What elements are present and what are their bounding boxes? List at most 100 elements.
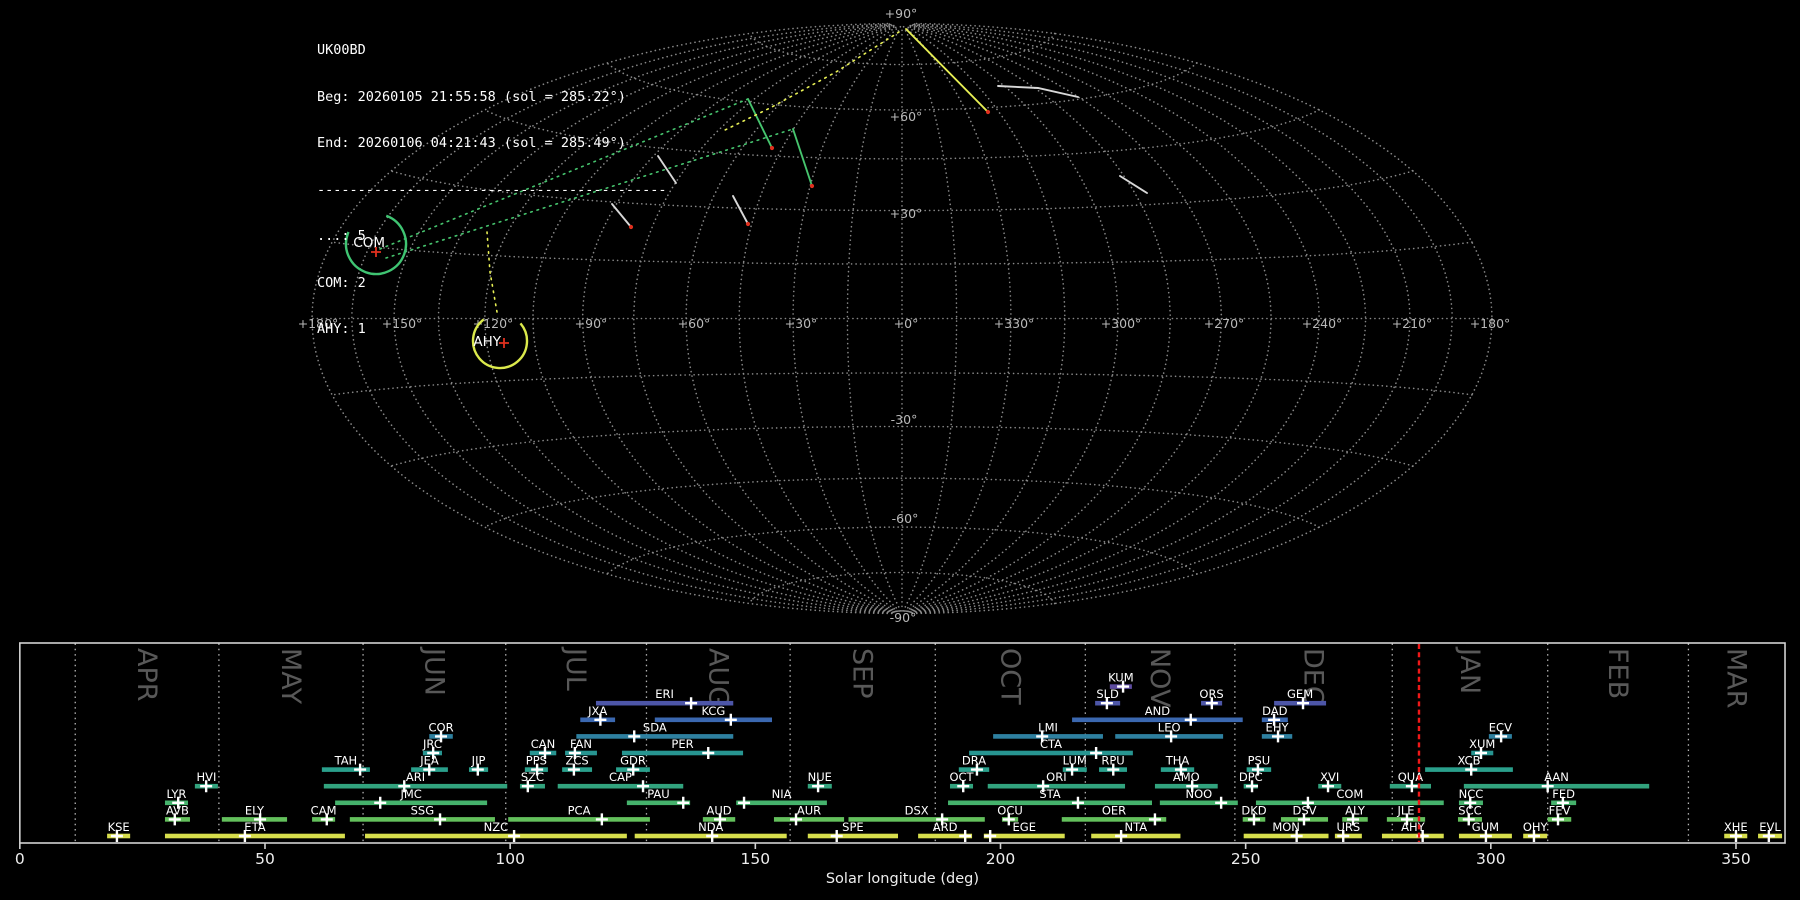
month-label-JUL: JUL — [560, 646, 591, 691]
activity-bar-CTA — [969, 750, 1133, 756]
month-label-OCT: OCT — [994, 648, 1025, 705]
shower-label-DRA: DRA — [962, 754, 986, 768]
longitude-label: +270° — [1204, 316, 1245, 331]
activity-bar-AUR — [773, 817, 845, 822]
AHY-meteor-1-trail — [905, 28, 989, 113]
shower-label-NOO: NOO — [1185, 787, 1212, 801]
shower-label-COR: COR — [428, 720, 453, 734]
shower-label-ETA: ETA — [244, 820, 265, 834]
peak-marker-STA — [1071, 796, 1084, 809]
activity-bar-COM — [1255, 800, 1444, 806]
shower-label-JEA: JEA — [419, 754, 439, 768]
longitude-label: +300° — [1101, 316, 1142, 331]
shower-label-AUR: AUR — [797, 803, 821, 817]
meteor-report-screen: UK00BD Beg: 20260105 21:55:58 (sol = 285… — [0, 0, 1800, 900]
latitude-label: -90° — [890, 610, 917, 625]
count-ahy: AHY: 1 — [317, 321, 366, 337]
shower-label-ARD: ARD — [933, 820, 958, 834]
shower-label-PER: PER — [671, 737, 693, 751]
count-sporadic: ...: 5 — [317, 228, 366, 244]
activity-bar-PCA — [508, 817, 650, 822]
activity-bar-ETA — [164, 833, 345, 839]
activity-bar-SPE — [807, 833, 899, 839]
month-label-SEP: SEP — [847, 648, 878, 698]
COM-meteor-2-end-point — [809, 183, 815, 189]
shower-label-AMO: AMO — [1173, 770, 1200, 784]
shower-label-ORS: ORS — [1199, 687, 1223, 701]
peak-marker-PAU — [677, 796, 690, 809]
x-tick-label: 100 — [495, 850, 525, 868]
shower-label-THA: THA — [1165, 754, 1190, 768]
peak-marker-SSG — [434, 813, 447, 826]
shower-label-LUM: LUM — [1063, 754, 1087, 768]
sporadic-4-trail — [1119, 175, 1148, 194]
shower-label-COM: COM — [1336, 787, 1363, 801]
shower-label-XUM: XUM — [1469, 737, 1495, 751]
shower-label-ECV: ECV — [1489, 720, 1512, 734]
shower-label-EHY: EHY — [1266, 720, 1290, 734]
shower-label-ZCS: ZCS — [565, 754, 588, 768]
shower-label-FED: FED — [1552, 787, 1575, 801]
shower-label-GDR: GDR — [620, 754, 646, 768]
shower-label-TAH: TAH — [334, 754, 358, 768]
peak-marker-NZC — [508, 830, 521, 842]
month-label-FEB: FEB — [1602, 648, 1633, 699]
longitude-label: +180° — [1470, 316, 1511, 331]
shower-label-DSX: DSX — [905, 803, 929, 817]
peak-marker-ERI — [685, 697, 698, 710]
shower-label-ERI: ERI — [655, 687, 674, 701]
sporadic-2-end-point — [745, 221, 751, 227]
shower-label-JXA: JXA — [587, 704, 607, 718]
month-label-APR: APR — [131, 648, 162, 702]
longitude-label: +240° — [1302, 316, 1343, 331]
shower-label-XCB: XCB — [1458, 754, 1481, 768]
shower-label-OER: OER — [1102, 803, 1126, 817]
longitude-label: +60° — [678, 316, 711, 331]
shower-label-JLE: JLE — [1396, 803, 1414, 817]
shower-label-CAP: CAP — [609, 770, 632, 784]
month-label-MAR: MAR — [1721, 648, 1752, 709]
peak-marker-JMC — [374, 796, 387, 809]
peak-marker-OER — [1148, 813, 1161, 826]
shower-label-PAU: PAU — [647, 787, 669, 801]
shower-label-JMC: JMC — [399, 787, 421, 801]
radiant-and-activity-plot: +90°+60°+30°-30°-60°-90°+180° +150° +120° +… — [15, 6, 1786, 887]
longitude-label: +0° — [894, 316, 919, 331]
shower-label-HVI: HVI — [196, 770, 216, 784]
shower-label-ELY: ELY — [245, 803, 265, 817]
count-com: COM: 2 — [317, 274, 366, 291]
activity-bar-ORI — [987, 783, 1126, 789]
shower-label-RPU: RPU — [1101, 754, 1124, 768]
shower-label-OHY: OHY — [1523, 820, 1549, 834]
shower-label-DAD: DAD — [1262, 704, 1288, 718]
shower-label-SZC: SZC — [521, 770, 544, 784]
month-label-JUN: JUN — [418, 646, 449, 696]
month-label-JAN: JAN — [1454, 646, 1485, 694]
activity-bar-AND — [1072, 717, 1243, 723]
peak-marker-PCA — [595, 813, 608, 826]
shower-label-NTA: NTA — [1125, 820, 1148, 834]
COM-meteor-1-trail — [747, 98, 773, 149]
x-tick-label: 300 — [1476, 850, 1506, 868]
x-tick-label: 150 — [741, 850, 771, 868]
shower-label-ORI: ORI — [1046, 770, 1066, 784]
activity-timeline: APR MAY JUN JUL AUG SEP OCT NOV DEC JAN FEB MARKSE E… — [15, 642, 1786, 887]
shower-label-LMI: LMI — [1038, 720, 1058, 734]
shower-label-XHE: XHE — [1724, 820, 1748, 834]
month-label-MAY: MAY — [275, 648, 306, 705]
shower-label-OCT: OCT — [949, 770, 974, 784]
latitude-label: +60° — [890, 109, 923, 124]
session-header: UK00BD Beg: 20260105 21:55:58 (sol = 285… — [317, 12, 667, 369]
header-separator: ----------------------------------------… — [317, 181, 667, 198]
shower-label-AHY: AHY — [1401, 820, 1426, 834]
shower-label-LEO: LEO — [1158, 720, 1181, 734]
peak-marker-SPE — [830, 830, 843, 842]
x-axis-title: Solar longitude (deg) — [826, 871, 979, 887]
x-tick-label: 250 — [1231, 850, 1261, 868]
activity-bar-DSX — [848, 817, 985, 822]
shower-label-AUD: AUD — [706, 803, 731, 817]
shower-label-FAN: FAN — [570, 737, 592, 751]
activity-bar-PER — [621, 750, 744, 756]
shower-label-KCG: KCG — [701, 704, 725, 718]
shower-label-CAN: CAN — [531, 737, 556, 751]
